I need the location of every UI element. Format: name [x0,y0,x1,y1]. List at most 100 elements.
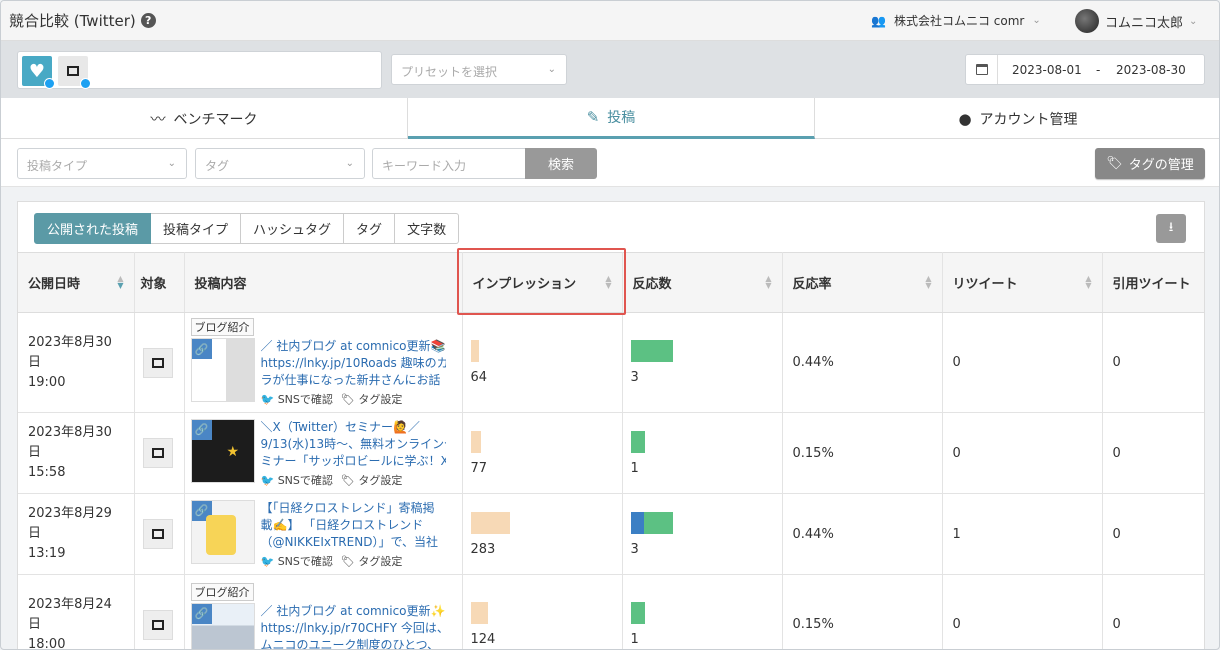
tab-benchmark[interactable]: 〰 ベンチマーク [1,98,408,139]
comnico-logo-icon [67,66,79,76]
tab-posts[interactable]: ✎ 投稿 [408,98,815,139]
calendar-button[interactable] [966,55,998,84]
retweets: 0 [942,312,1103,413]
post-thumbnail[interactable]: 🔗 [190,602,255,649]
account-selector[interactable]: ♥ [17,51,382,89]
post-thumbnail[interactable]: 🔗 [190,499,255,564]
post-line: （@NIKKEIxTREND）」で、当社 [260,534,438,549]
retweets: 0 [942,412,1103,494]
company-selector[interactable]: 👥 株式会社コムニコ comr ⌄ [871,12,1041,29]
reactions-value: 3 [630,541,639,557]
reaction-bar [630,511,673,534]
top-bar: 競合比較 (Twitter) ? 👥 株式会社コムニコ comr ⌄ コムニコ太… [1,1,1219,41]
account-avatar [142,519,173,549]
posts-panel: 公開された投稿 投稿タイプ ハッシュタグ タグ 文字数 ⭳ 公開日時 ▲ ▼ 対象 … [17,201,1205,650]
impression-bar [470,340,480,362]
search-button[interactable]: 検索 [525,148,597,179]
table-row: 2023年8月30日 15:58 🔗 ★ ＼X（Twitter）セミナー🙋／ 9/1… [18,412,1204,494]
reactions-value: 1 [630,460,639,476]
header-label: 引用ツイート [1112,277,1191,292]
sns-check-link[interactable]: 🐦 SNSで確認 [261,391,333,407]
tab-account-management[interactable]: ● アカウント管理 [815,98,1219,139]
post-thumbnail[interactable]: 🔗 ★ [190,418,255,483]
col-reactions[interactable]: 反応数 ▲ ▼ [622,252,783,313]
posts-table: 公開日時 ▲ ▼ 対象 投稿内容 インプレッション ▲ ▼ 反応数 ▲ ▼ 反応率 ▲ ▼ リツ… [18,252,1204,650]
col-reaction-rate[interactable]: 反応率 ▲ ▼ [782,252,943,313]
table-header-row: 公開日時 ▲ ▼ 対象 投稿内容 インプレッション ▲ ▼ 反応数 ▲ ▼ 反応率 ▲ ▼ リツ… [18,252,1204,313]
time: 13:19 [28,546,66,561]
sort-icon[interactable]: ▲ ▼ [117,275,123,290]
date-from[interactable]: 2023-08-01 [1012,63,1082,77]
account-thumb-comnico[interactable] [58,56,91,89]
main-tabs: 〰 ベンチマーク ✎ 投稿 ● アカウント管理 [1,98,1219,139]
date-range-picker[interactable]: 2023-08-01 - 2023-08-30 [965,54,1205,85]
subtab-char-count[interactable]: 文字数 [395,213,460,244]
subtab-published[interactable]: 公開された投稿 [34,213,152,244]
help-icon[interactable]: ? [140,13,156,28]
quotes: 0 [1102,493,1204,575]
keyword-input[interactable]: キーワード入力 [372,148,526,179]
twitter-badge-icon [44,78,55,89]
download-button[interactable]: ⭳ [1156,214,1186,243]
user-menu[interactable]: コムニコ太郎 ⌄ [1075,9,1197,33]
date: 2023年8月30日 [28,334,112,370]
preset-placeholder: プリセットを選択 [401,65,498,79]
sub-tabs: 公開された投稿 投稿タイプ ハッシュタグ タグ 文字数 [34,213,460,244]
post-line: ／ 社内ブログ at comnico更新📚 ＼ [260,339,446,353]
tag-setting-link[interactable]: 🏷 タグ設定 [341,553,402,569]
company-name: 株式会社コムニコ comr [893,14,1025,28]
date: 2023年8月30日 [28,425,112,460]
post-text[interactable]: ／ 社内ブログ at comnico更新✨ ＼ https://lnky.jp/… [261,603,446,650]
sns-check-link[interactable]: 🐦 SNSで確認 [261,553,333,569]
post-content: 🔗 【「日経クロストレンド」寄稿掲 載✍️】 「日経クロストレンド （@NIKK… [184,493,463,575]
time: 15:58 [28,465,66,480]
edit-icon: ✎ [586,108,600,126]
twitter-icon: ● [958,109,972,128]
tag-manage-button[interactable]: 🏷 タグの管理 [1095,148,1205,179]
star-icon: ★ [226,443,240,460]
page-title-text: 競合比較 (Twitter) [9,12,136,30]
tag-setting-link[interactable]: 🏷 タグ設定 [341,391,402,407]
tag-manage-label: タグの管理 [1128,158,1194,173]
date-to[interactable]: 2023-08-30 [1116,63,1186,77]
published-at: 2023年8月24日 18:00 [18,574,135,649]
account-avatar [142,347,173,378]
col-published-at[interactable]: 公開日時 ▲ ▼ [18,252,135,313]
preset-select[interactable]: プリセットを選択 ⌄ [391,54,567,85]
col-retweets[interactable]: リツイート ▲ ▼ [942,252,1103,313]
tab-label: ベンチマーク [173,111,258,128]
post-text[interactable]: ＼X（Twitter）セミナー🙋／ 9/13(水)13時〜、無料オンラインセ ミ… [261,419,446,470]
col-impressions[interactable]: インプレッション ▲ ▼ [462,252,623,313]
link-icon: 🔗 [191,339,212,359]
published-at: 2023年8月29日 13:19 [18,493,135,575]
subtab-tag[interactable]: タグ [344,213,396,244]
subtab-post-type[interactable]: 投稿タイプ [151,213,242,244]
download-icon: ⭳ [1168,219,1174,235]
tag-setting-link[interactable]: 🏷 タグ設定 [341,472,402,488]
sns-check-link[interactable]: 🐦 SNSで確認 [261,472,333,488]
sort-icon[interactable]: ▲ ▼ [765,275,771,290]
post-line: https://lnky.jp/r70CHFY 今回は、コ [260,620,446,635]
post-text[interactable]: ／ 社内ブログ at comnico更新📚 ＼ https://lnky.jp/… [261,338,446,389]
reaction-bar-segment [630,511,644,534]
post-content: ブログ紹介 🔗 ／ 社内ブログ at comnico更新📚 ＼ https://… [184,312,463,413]
sort-icon[interactable]: ▲ ▼ [925,275,931,290]
tag-select[interactable]: タグ ⌄ [195,148,365,179]
subtab-hashtag[interactable]: ハッシュタグ [241,213,345,244]
sort-icon[interactable]: ▲ ▼ [1085,275,1091,290]
reaction-bar [630,602,645,624]
post-text[interactable]: 【「日経クロストレンド」寄稿掲 載✍️】 「日経クロストレンド （@NIKKEI… [261,500,446,551]
reactions-cell: 1 [622,574,783,649]
account-thumb-heart[interactable]: ♥ [22,56,55,89]
post-line: https://lnky.jp/10Roads 趣味のカメ [260,356,446,370]
post-content: ブログ紹介 🔗 ／ 社内ブログ at comnico更新✨ ＼ https://… [184,574,463,650]
col-quotes[interactable]: 引用ツイート [1102,252,1204,313]
chevron-down-icon: ⌄ [1032,15,1041,26]
account-bar: ♥ プリセットを選択 ⌄ 2023-08-01 - 2023-08-30 [1,41,1219,98]
sort-icon[interactable]: ▲ ▼ [605,275,611,290]
post-type-select[interactable]: 投稿タイプ ⌄ [17,148,187,179]
impression-bar [470,511,511,534]
post-thumbnail[interactable]: 🔗 [190,338,255,402]
date-separator: - [1096,63,1101,77]
reactions-value: 1 [630,632,639,647]
